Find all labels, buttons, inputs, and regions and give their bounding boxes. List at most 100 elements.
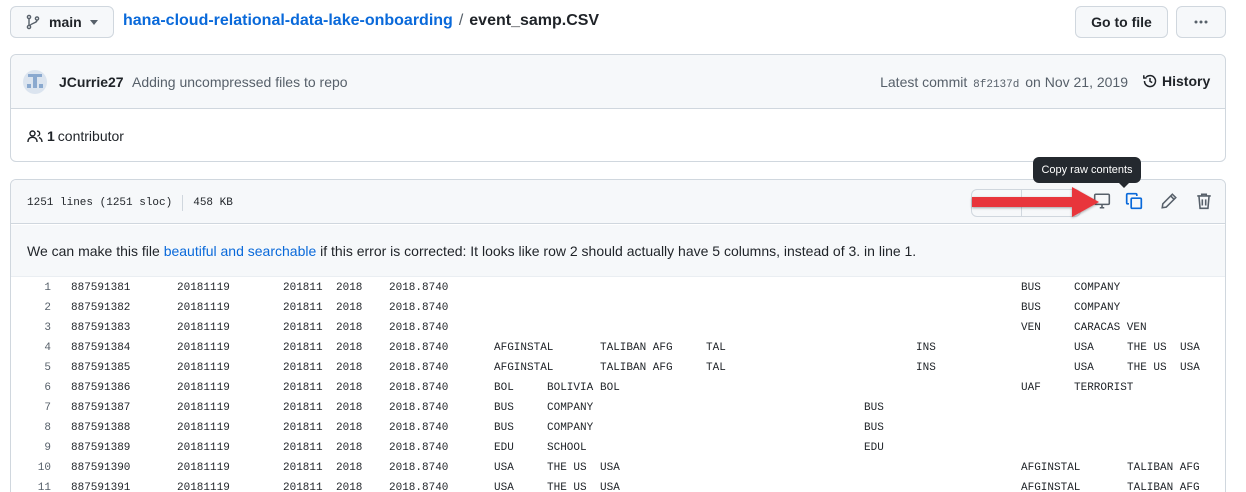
csv-cell: 201811 [283, 302, 323, 314]
csv-cell: 2018 [336, 282, 363, 294]
csv-cell: TAL [706, 362, 726, 374]
csv-cell: 887591386 [71, 382, 131, 394]
repo-link[interactable]: hana-cloud-relational-data-lake-onboardi… [123, 12, 453, 30]
csv-cell: 2018.8740 [389, 322, 449, 334]
csv-warning: We can make this file beautiful and sear… [11, 225, 1225, 277]
csv-cell: 2018.8740 [389, 362, 449, 374]
line-number[interactable]: 5 [11, 358, 51, 378]
csv-cell: 201811 [283, 382, 323, 394]
line-number[interactable]: 3 [11, 318, 51, 338]
code-line: 7 887591387 20181119 201811 2018 2018.8740 BUS… [11, 398, 1225, 418]
code-line: 10 887591390 20181119 201811 2018 2018.8740 US… [11, 458, 1225, 478]
csv-cell: 201811 [283, 322, 323, 334]
csv-cell: THE US [547, 462, 587, 474]
csv-cell: BOL [494, 382, 514, 394]
csv-cell: 887591388 [71, 422, 131, 434]
commit-message[interactable]: Adding uncompressed files to repo [132, 74, 348, 90]
breadcrumb: hana-cloud-relational-data-lake-onboardi… [123, 12, 599, 30]
csv-cell: 201811 [283, 442, 323, 454]
csv-cell: 20181119 [177, 382, 230, 394]
contributors-row[interactable]: 1 contributor [27, 128, 124, 144]
avatar[interactable] [23, 70, 47, 94]
csv-cell: 2018 [336, 462, 363, 474]
csv-cell: AFGINSTAL [1021, 482, 1081, 492]
csv-cell: 20181119 [177, 322, 230, 334]
latest-commit-label: Latest commit [880, 74, 968, 90]
line-number[interactable]: 4 [11, 338, 51, 358]
branch-selector-button[interactable]: main [10, 6, 114, 38]
branch-name: main [49, 14, 82, 30]
history-label: History [1162, 73, 1211, 89]
beautiful-searchable-link[interactable]: beautiful and searchable [164, 243, 317, 259]
csv-cell: 887591387 [71, 402, 131, 414]
csv-cell: INS [916, 362, 936, 374]
csv-cell: 2018.8740 [389, 462, 449, 474]
csv-cell: 887591391 [71, 482, 131, 492]
history-link[interactable]: History [1142, 73, 1210, 89]
csv-cell: 20181119 [177, 362, 230, 374]
csv-cell: 2018 [336, 302, 363, 314]
trash-icon[interactable] [1195, 192, 1213, 210]
csv-cell: 20181119 [177, 342, 230, 354]
line-number[interactable]: 1 [11, 278, 51, 298]
csv-cell: EDU [494, 442, 514, 454]
csv-cell: BUS [1021, 302, 1041, 314]
csv-cell: THE US [547, 482, 587, 492]
csv-cell: USA [1074, 342, 1094, 354]
csv-cell: TAL [706, 342, 726, 354]
csv-cell: BUS [864, 402, 884, 414]
more-options-button[interactable] [1176, 6, 1226, 38]
csv-cell: TALIBAN AFG [1127, 462, 1200, 474]
csv-cell: USA [494, 462, 514, 474]
commit-sha[interactable]: 8f2137d [973, 79, 1019, 91]
breadcrumb-separator: / [458, 12, 464, 29]
line-number[interactable]: 10 [11, 458, 51, 478]
copy-icon[interactable] [1125, 192, 1143, 210]
go-to-file-button[interactable]: Go to file [1075, 6, 1168, 38]
line-number[interactable]: 6 [11, 378, 51, 398]
csv-cell: 2018.8740 [389, 482, 449, 492]
csv-cell: 2018.8740 [389, 282, 449, 294]
line-number[interactable]: 11 [11, 478, 51, 492]
warning-suffix: if this error is corrected: It looks lik… [320, 243, 917, 259]
csv-cell: USA [600, 482, 620, 492]
csv-cell: 2018 [336, 342, 363, 354]
csv-cell: TALIBAN AFG [1127, 482, 1200, 492]
csv-cell: EDU [864, 442, 884, 454]
file-viewer: 1251 lines (1251 sloc) 458 KB Raw Blame … [10, 179, 1226, 492]
csv-cell: 887591383 [71, 322, 131, 334]
pencil-icon[interactable] [1160, 192, 1178, 210]
csv-cell: 2018 [336, 442, 363, 454]
csv-cell: 201811 [283, 402, 323, 414]
csv-cell: 201811 [283, 362, 323, 374]
csv-cell: CARACAS VEN [1074, 322, 1147, 334]
csv-cell: 20181119 [177, 462, 230, 474]
csv-cell: TALIBAN AFG [600, 342, 673, 354]
csv-cell: 2018 [336, 322, 363, 334]
file-name: event_samp.CSV [469, 12, 600, 29]
line-number[interactable]: 7 [11, 398, 51, 418]
csv-cell: 20181119 [177, 422, 230, 434]
csv-cell: BUS [864, 422, 884, 434]
divider [182, 195, 184, 211]
csv-cell: THE US [1127, 362, 1167, 374]
csv-cell: USA [1180, 362, 1200, 374]
code-view: 1 887591381 20181119 201811 2018 2018.8740 BUS… [11, 278, 1225, 492]
csv-cell: BUS [494, 422, 514, 434]
csv-cell: BOLIVIA [547, 382, 594, 394]
line-number[interactable]: 8 [11, 418, 51, 438]
csv-cell: AFGINSTAL [1021, 462, 1081, 474]
csv-cell: 20181119 [177, 442, 230, 454]
line-number[interactable]: 2 [11, 298, 51, 318]
csv-cell: 201811 [283, 282, 323, 294]
code-line: 8 887591388 20181119 201811 2018 2018.8740 BUS… [11, 418, 1225, 438]
red-arrow-icon [972, 187, 1099, 217]
line-number[interactable]: 9 [11, 438, 51, 458]
code-line: 11 887591391 20181119 201811 2018 2018.8740 US… [11, 478, 1225, 492]
csv-cell: SCHOOL [547, 442, 587, 454]
csv-cell: THE US [1127, 342, 1167, 354]
csv-cell: 887591385 [71, 362, 131, 374]
commit-author[interactable]: JCurrie27 [59, 74, 124, 90]
latest-commit-row: JCurrie27 Adding uncompressed files to r… [11, 55, 1225, 109]
csv-cell: COMPANY [547, 422, 594, 434]
